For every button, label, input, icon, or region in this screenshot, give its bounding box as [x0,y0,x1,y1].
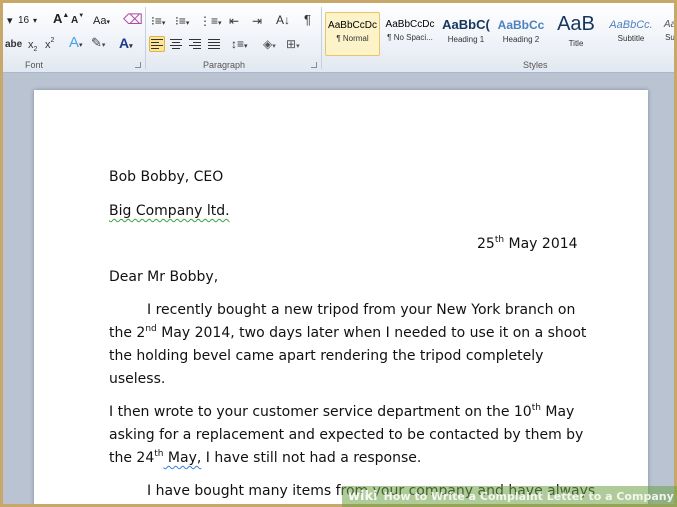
grow-font-button[interactable]: A▲ [53,12,69,26]
style-name: Su [665,33,674,42]
increase-indent-icon[interactable]: ⇥ [252,14,262,28]
multilevel-list-icon[interactable]: ⋮≡▾ [199,14,222,31]
decrease-indent-icon[interactable]: ⇤ [229,14,239,28]
salutation: Dear Mr Bobby, [109,269,219,285]
style-no-spacing[interactable]: AaBbCcDc ¶ No Spaci... [383,12,437,56]
highlight-icon[interactable]: ✎▾ [91,36,105,53]
font-name-dropdown-arrow[interactable]: ▾ [7,14,13,28]
text-run: May 2014, two days later when I needed t… [156,325,587,341]
paragraph-1-line-4: useless. [109,371,166,387]
style-sample: AaB [557,13,595,35]
paragraph-1-line-1: I recently bought a new tripod from your… [147,302,576,318]
clear-formatting-icon[interactable]: ⌫ [123,12,143,26]
paragraph-2-line-2: asking for a replacement and expected to… [109,427,584,443]
superscript-icon[interactable]: x2 [45,37,54,52]
word-window: ▾ 16 ▾ A▲ A▼ Aa▾ ⌫ abe x2 x2 A▾ ✎▾ A▾ Fo… [3,3,674,504]
strikethrough-icon[interactable]: abe [5,38,22,52]
style-sample: AaBbCc. [609,19,653,31]
style-title[interactable]: AaB Title [550,12,602,56]
paragraph-group-label: Paragraph [203,60,246,70]
sort-icon[interactable]: A↓ [276,13,290,27]
align-center-button[interactable] [168,36,184,52]
style-normal[interactable]: AaBbCcDc ¶ Normal [325,12,380,56]
ordinal-suffix: th [531,403,541,413]
group-separator [321,7,322,69]
align-right-button[interactable] [187,36,203,52]
line-spacing-icon[interactable]: ↕≡▾ [231,37,248,54]
text-run: I then wrote to your customer service de… [109,404,532,420]
font-size-field[interactable]: 16 [18,14,29,28]
ribbon: ▾ 16 ▾ A▲ A▼ Aa▾ ⌫ abe x2 x2 A▾ ✎▾ A▾ Fo… [3,3,674,73]
recipient-name: Bob Bobby, CEO [109,169,224,185]
justify-button[interactable] [206,36,222,52]
styles-group-label: Styles [523,60,548,70]
style-sample: AaBbCc [497,18,545,32]
style-sample: AaBbCcDc [385,19,435,30]
style-more[interactable]: Aa Su [660,12,674,56]
text-run: May [540,404,575,420]
paragraph-2-line-1: I then wrote to your customer service de… [109,401,574,424]
text-run: the 24 [109,450,155,466]
change-case-button[interactable]: Aa▾ [93,14,110,30]
text-run: I have still not had a response. [201,450,422,466]
ordinal-suffix: nd [145,324,157,334]
watermark: wiki How to Write a Complaint Letter to a… [342,486,677,507]
style-heading-1[interactable]: AaBbC( Heading 1 [440,12,492,56]
paragraph-dialog-launcher-icon[interactable] [311,62,317,68]
show-formatting-marks-icon[interactable]: ¶ [304,13,311,27]
document-page[interactable]: Bob Bobby, CEO Big Company ltd. 25th May… [34,90,648,504]
bullets-icon[interactable]: ⁝≡▾ [151,14,165,31]
font-dialog-launcher-icon[interactable] [135,62,141,68]
style-name: ¶ Normal [336,34,369,43]
style-name: Heading 2 [502,35,540,44]
style-name: Heading 1 [447,35,485,44]
watermark-caption: How to Write a Complaint Letter to a Com… [383,490,674,503]
style-sample: AaBbCcDc [328,20,377,31]
style-name: Title [568,39,584,48]
font-size-dropdown-icon[interactable]: ▾ [33,14,37,28]
flagged-text: May, [163,450,202,466]
company-name-text: Big Company ltd. [109,203,230,219]
text-effects-icon[interactable]: A▾ [69,35,83,53]
shading-icon[interactable]: ◈▾ [263,37,276,54]
style-heading-2[interactable]: AaBbCc Heading 2 [495,12,547,56]
style-sample: Aa [663,19,674,30]
change-case-label: Aa [93,15,107,27]
date-day: 25 [477,236,495,252]
grow-font-label: A [53,11,63,26]
date-suffix: th [494,235,505,245]
wikihow-logo: wiki [348,489,378,504]
paragraph-1-line-3: the holding bevel came apart rendering t… [109,348,544,364]
recipient-company: Big Company ltd. [109,200,230,223]
style-name: Subtitle [617,34,645,43]
subscript-icon[interactable]: x2 [28,38,37,57]
borders-icon[interactable]: ⊞▾ [286,37,300,54]
align-left-button[interactable] [149,36,165,52]
group-separator [145,7,146,69]
shrink-font-button[interactable]: A▼ [71,13,84,28]
style-subtitle[interactable]: AaBbCc. Subtitle [605,12,657,56]
font-group-label: Font [25,60,44,70]
paragraph-1-line-2: the 2nd May 2014, two days later when I … [109,322,586,345]
paragraph-2-line-3: the 24th May, I have still not had a res… [109,447,421,470]
style-name: ¶ No Spaci... [387,33,433,42]
style-sample: AaBbC( [442,17,490,32]
numbering-icon[interactable]: ⁝≡▾ [175,14,189,31]
font-color-icon[interactable]: A▾ [119,36,133,54]
text-run: the 2 [109,325,146,341]
date-month-year: May 2014 [504,236,578,252]
letter-date: 25th May 2014 [477,233,578,256]
